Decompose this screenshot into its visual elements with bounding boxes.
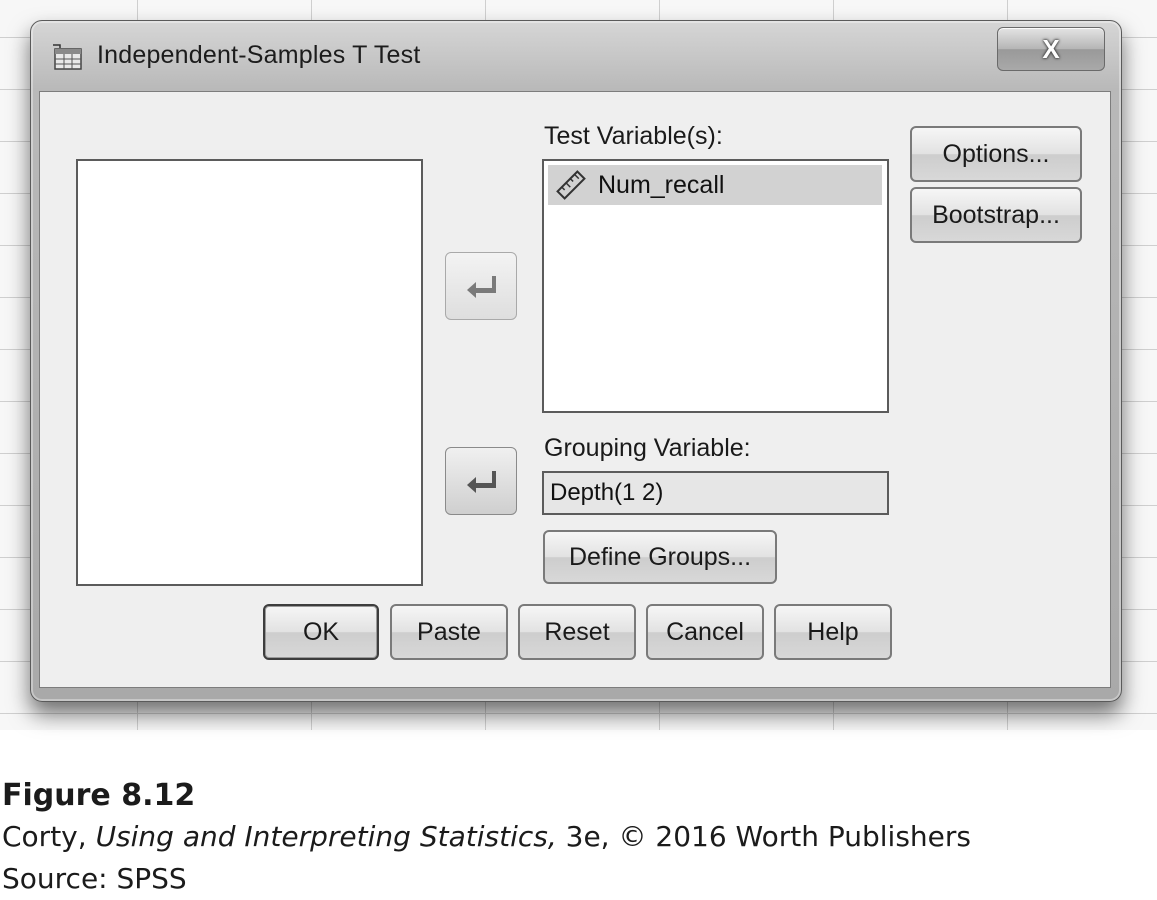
define-groups-button[interactable]: Define Groups... bbox=[543, 530, 777, 584]
credit-book-title: Using and Interpreting Statistics, bbox=[95, 820, 557, 853]
credit-publisher: 3e, © 2016 Worth Publishers bbox=[565, 820, 971, 853]
ok-button[interactable]: OK bbox=[263, 604, 379, 660]
variable-name: Num_recall bbox=[598, 170, 725, 199]
dialog-title: Independent-Samples T Test bbox=[97, 41, 421, 69]
source-variable-list[interactable] bbox=[76, 159, 423, 586]
list-item[interactable]: Num_recall bbox=[548, 165, 882, 205]
grouping-variable-field[interactable]: Depth(1 2) bbox=[542, 471, 889, 515]
dialog-app-icon bbox=[53, 44, 82, 70]
paste-button[interactable]: Paste bbox=[390, 604, 508, 660]
move-to-test-variables-button[interactable] bbox=[445, 252, 517, 320]
t-test-dialog: Independent-Samples T Test X Test Variab… bbox=[30, 20, 1122, 702]
figure-source: Source: SPSS bbox=[2, 862, 187, 895]
move-to-grouping-variable-button[interactable] bbox=[445, 447, 517, 515]
test-variables-label: Test Variable(s): bbox=[544, 122, 723, 150]
scale-ruler-icon bbox=[556, 170, 586, 200]
options-button[interactable]: Options... bbox=[910, 126, 1082, 182]
arrow-left-icon bbox=[467, 471, 496, 493]
close-button[interactable]: X bbox=[997, 27, 1105, 71]
cancel-button[interactable]: Cancel bbox=[646, 604, 764, 660]
help-button[interactable]: Help bbox=[774, 604, 892, 660]
grouping-variable-label: Grouping Variable: bbox=[544, 434, 751, 462]
figure-number: Figure 8.12 bbox=[2, 778, 196, 813]
test-variables-list[interactable]: Num_recall bbox=[542, 159, 889, 413]
arrow-left-icon bbox=[467, 276, 496, 298]
figure-credit: Corty, Using and Interpreting Statistics… bbox=[2, 820, 971, 853]
credit-author: Corty, bbox=[2, 820, 87, 853]
reset-button[interactable]: Reset bbox=[518, 604, 636, 660]
close-icon: X bbox=[1042, 33, 1060, 64]
dialog-body: Test Variable(s): Num_recall Grouping Va… bbox=[39, 91, 1111, 688]
bootstrap-button[interactable]: Bootstrap... bbox=[910, 187, 1082, 243]
grouping-variable-value: Depth(1 2) bbox=[550, 479, 664, 506]
title-bar[interactable]: Independent-Samples T Test X bbox=[31, 21, 1121, 89]
